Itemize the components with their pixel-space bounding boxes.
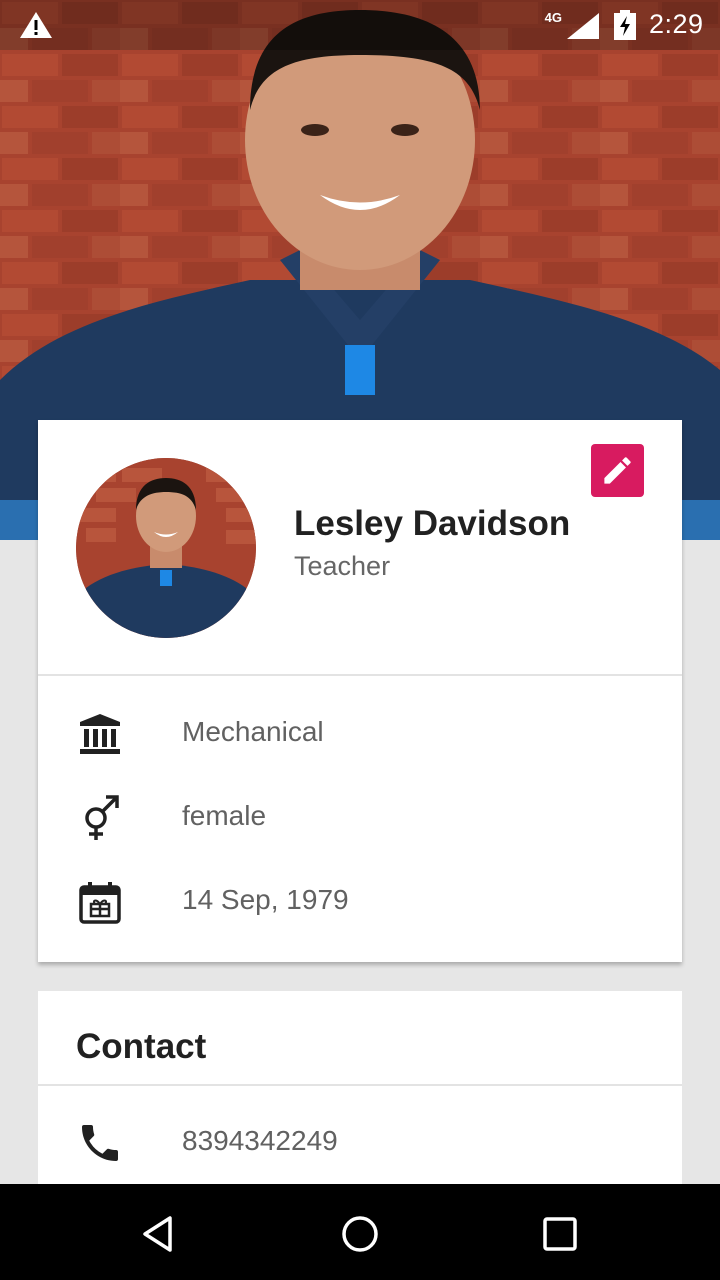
phone-icon [82, 1125, 118, 1161]
gender-icon [85, 795, 119, 840]
divider [38, 674, 682, 676]
gender-value: female [182, 800, 267, 831]
clock: 2:29 [649, 9, 704, 39]
edit-profile-button[interactable] [591, 444, 644, 497]
birthday-value: 14 Sep, 1979 [182, 884, 349, 915]
recents-icon[interactable] [536, 1210, 584, 1258]
warning-icon [20, 12, 52, 38]
avatar[interactable] [76, 458, 256, 638]
pencil-icon [604, 457, 631, 484]
battery-charging-icon [614, 10, 636, 40]
back-icon[interactable] [136, 1210, 184, 1258]
profile-name: Lesley Davidson [294, 504, 571, 543]
signal-icon [567, 13, 599, 39]
status-bar: 4G 2:29 [0, 0, 720, 50]
home-icon[interactable] [336, 1210, 384, 1258]
contact-heading: Contact [76, 1027, 207, 1066]
department-value: Mechanical [182, 716, 324, 747]
profile-screen: 4G 2:29 Lesley Davidson Teacher Mechanic… [0, 0, 720, 1280]
bank-icon [80, 714, 120, 754]
detail-row-phone[interactable]: 8394342249 [38, 1111, 682, 1171]
profile-role: Teacher [294, 551, 391, 581]
detail-row-birthday: 14 Sep, 1979 [38, 870, 682, 930]
detail-row-department: Mechanical [38, 702, 682, 762]
birthday-calendar-icon [79, 882, 121, 924]
profile-card: Lesley Davidson Teacher Mechanical femal… [38, 420, 682, 962]
divider [38, 1084, 682, 1086]
detail-row-gender: female [38, 786, 682, 846]
navigation-bar [0, 1184, 720, 1280]
network-type: 4G [544, 10, 562, 25]
phone-value: 8394342249 [182, 1125, 338, 1156]
contact-card: Contact 8394342249 [38, 991, 682, 1211]
